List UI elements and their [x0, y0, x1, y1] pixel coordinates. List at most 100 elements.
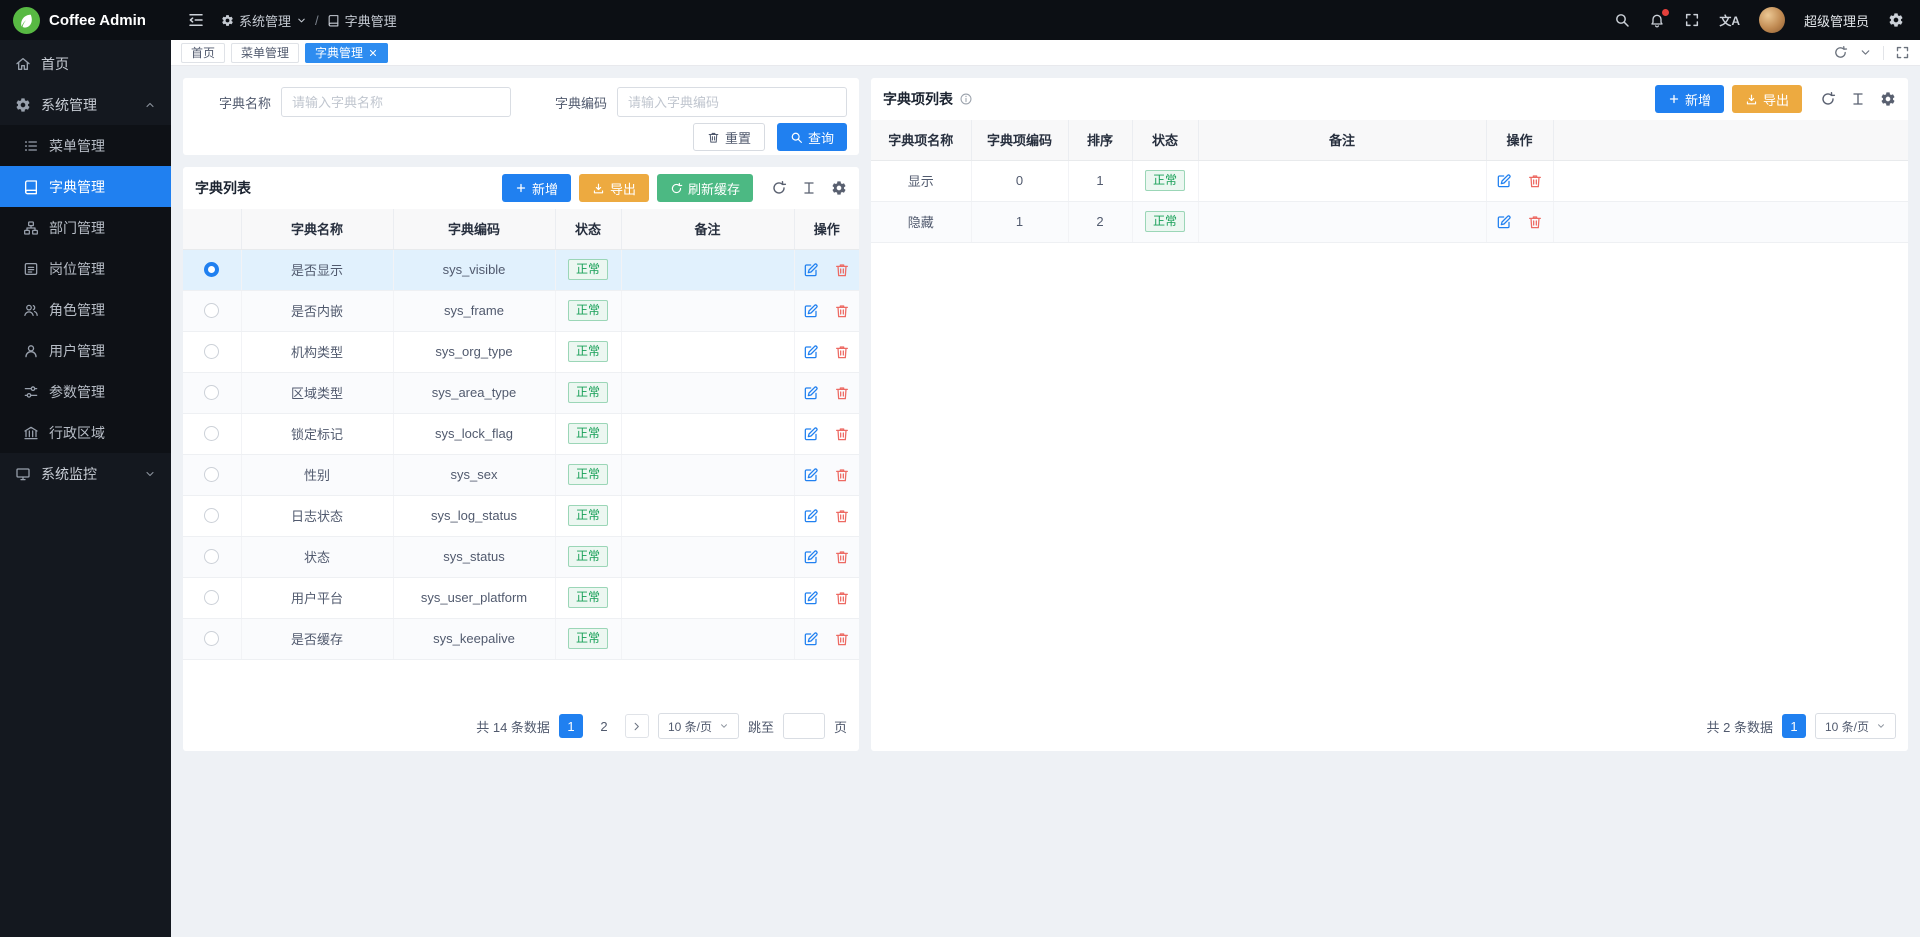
jump-page-input[interactable]: [783, 713, 825, 739]
table-row[interactable]: 隐藏 1 2 正常: [871, 201, 1908, 242]
tab-dict-management[interactable]: 字典管理: [305, 43, 388, 63]
row-radio[interactable]: [204, 508, 219, 523]
dict-code-input[interactable]: [617, 87, 847, 117]
breadcrumb-level1[interactable]: 系统管理: [221, 11, 307, 30]
row-radio[interactable]: [204, 549, 219, 564]
table-settings-gear-icon[interactable]: [831, 180, 847, 196]
sidebar-item-admin-region[interactable]: 行政区域: [0, 412, 171, 453]
reset-button[interactable]: 重置: [693, 123, 765, 151]
add-button[interactable]: 新增: [502, 174, 571, 202]
edit-icon[interactable]: [803, 344, 819, 360]
delete-icon[interactable]: [834, 631, 850, 647]
table-settings-gear-icon[interactable]: [1880, 91, 1896, 107]
refresh-icon[interactable]: [1820, 91, 1836, 107]
search-icon[interactable]: [1614, 12, 1630, 28]
edit-icon[interactable]: [803, 590, 819, 606]
delete-icon[interactable]: [834, 467, 850, 483]
edit-icon[interactable]: [1496, 214, 1512, 230]
table-row[interactable]: 锁定标记 sys_lock_flag 正常: [183, 413, 859, 454]
edit-icon[interactable]: [803, 467, 819, 483]
table-row[interactable]: 是否显示 sys_visible 正常: [183, 249, 859, 290]
sidebar-item-home[interactable]: 首页: [0, 43, 171, 84]
delete-icon[interactable]: [834, 590, 850, 606]
chevron-down-icon[interactable]: [1859, 46, 1872, 59]
content-fullscreen-icon[interactable]: [1895, 45, 1910, 60]
edit-icon[interactable]: [803, 262, 819, 278]
settings-gear-icon[interactable]: [1888, 12, 1904, 28]
query-button[interactable]: 查询: [777, 123, 847, 151]
sidebar-item-param-management[interactable]: 参数管理: [0, 371, 171, 412]
export-button[interactable]: 导出: [579, 174, 649, 202]
edit-icon[interactable]: [803, 631, 819, 647]
row-radio[interactable]: [204, 262, 219, 277]
close-icon[interactable]: [368, 48, 378, 58]
table-row[interactable]: 显示 0 1 正常: [871, 160, 1908, 201]
avatar[interactable]: [1759, 7, 1785, 33]
user-name[interactable]: 超级管理员: [1804, 11, 1869, 30]
edit-icon[interactable]: [803, 385, 819, 401]
table-row[interactable]: 机构类型 sys_org_type 正常: [183, 331, 859, 372]
delete-icon[interactable]: [834, 426, 850, 442]
sidebar-collapse-icon[interactable]: [187, 11, 205, 29]
export-button[interactable]: 导出: [1732, 85, 1802, 113]
refresh-icon[interactable]: [1833, 45, 1848, 60]
page-1-button[interactable]: 1: [559, 714, 583, 738]
page-size-select[interactable]: 10 条/页: [1815, 713, 1896, 739]
row-radio[interactable]: [204, 467, 219, 482]
row-height-icon[interactable]: [801, 180, 817, 196]
page-1-button[interactable]: 1: [1782, 714, 1806, 738]
sidebar-item-user-management[interactable]: 用户管理: [0, 330, 171, 371]
delete-icon[interactable]: [834, 508, 850, 524]
edit-icon[interactable]: [803, 508, 819, 524]
page-2-button[interactable]: 2: [592, 714, 616, 738]
row-radio[interactable]: [204, 303, 219, 318]
delete-icon[interactable]: [834, 303, 850, 319]
dict-name-input[interactable]: [281, 87, 511, 117]
delete-icon[interactable]: [834, 385, 850, 401]
page-size-select[interactable]: 10 条/页: [658, 713, 739, 739]
row-radio[interactable]: [204, 385, 219, 400]
sidebar-item-post-management[interactable]: 岗位管理: [0, 248, 171, 289]
row-radio[interactable]: [204, 631, 219, 646]
sidebar-item-menu-management[interactable]: 菜单管理: [0, 125, 171, 166]
row-radio[interactable]: [204, 426, 219, 441]
refresh-cache-button[interactable]: 刷新缓存: [657, 174, 753, 202]
edit-icon[interactable]: [803, 549, 819, 565]
info-icon[interactable]: [959, 92, 973, 106]
delete-icon[interactable]: [1527, 173, 1543, 189]
sidebar-item-dict-management[interactable]: 字典管理: [0, 166, 171, 207]
table-row[interactable]: 是否内嵌 sys_frame 正常: [183, 290, 859, 331]
fullscreen-icon[interactable]: [1684, 12, 1700, 28]
sidebar-group-system-management[interactable]: 系统管理: [0, 84, 171, 125]
delete-icon[interactable]: [1527, 214, 1543, 230]
translate-icon[interactable]: 文A: [1719, 12, 1740, 29]
tab-label: 菜单管理: [241, 44, 289, 61]
table-row[interactable]: 状态 sys_status 正常: [183, 536, 859, 577]
table-row[interactable]: 用户平台 sys_user_platform 正常: [183, 577, 859, 618]
chevron-right-icon: [631, 721, 642, 732]
next-page-button[interactable]: [625, 714, 649, 738]
tab-home[interactable]: 首页: [181, 43, 225, 63]
delete-icon[interactable]: [834, 344, 850, 360]
row-height-icon[interactable]: [1850, 91, 1866, 107]
table-row[interactable]: 日志状态 sys_log_status 正常: [183, 495, 859, 536]
row-radio[interactable]: [204, 344, 219, 359]
table-row[interactable]: 性别 sys_sex 正常: [183, 454, 859, 495]
delete-icon[interactable]: [834, 262, 850, 278]
edit-icon[interactable]: [1496, 173, 1512, 189]
app-logo[interactable]: Coffee Admin: [0, 0, 171, 40]
row-radio[interactable]: [204, 590, 219, 605]
table-row[interactable]: 区域类型 sys_area_type 正常: [183, 372, 859, 413]
sidebar-item-dept-management[interactable]: 部门管理: [0, 207, 171, 248]
dict-code-cell: sys_keepalive: [393, 618, 555, 659]
edit-icon[interactable]: [803, 426, 819, 442]
tab-menu-management[interactable]: 菜单管理: [231, 43, 299, 63]
bell-icon[interactable]: [1649, 12, 1665, 28]
sidebar-group-system-monitor[interactable]: 系统监控: [0, 453, 171, 494]
sidebar-item-role-management[interactable]: 角色管理: [0, 289, 171, 330]
delete-icon[interactable]: [834, 549, 850, 565]
table-row[interactable]: 是否缓存 sys_keepalive 正常: [183, 618, 859, 659]
edit-icon[interactable]: [803, 303, 819, 319]
add-button[interactable]: 新增: [1655, 85, 1724, 113]
refresh-icon[interactable]: [771, 180, 787, 196]
